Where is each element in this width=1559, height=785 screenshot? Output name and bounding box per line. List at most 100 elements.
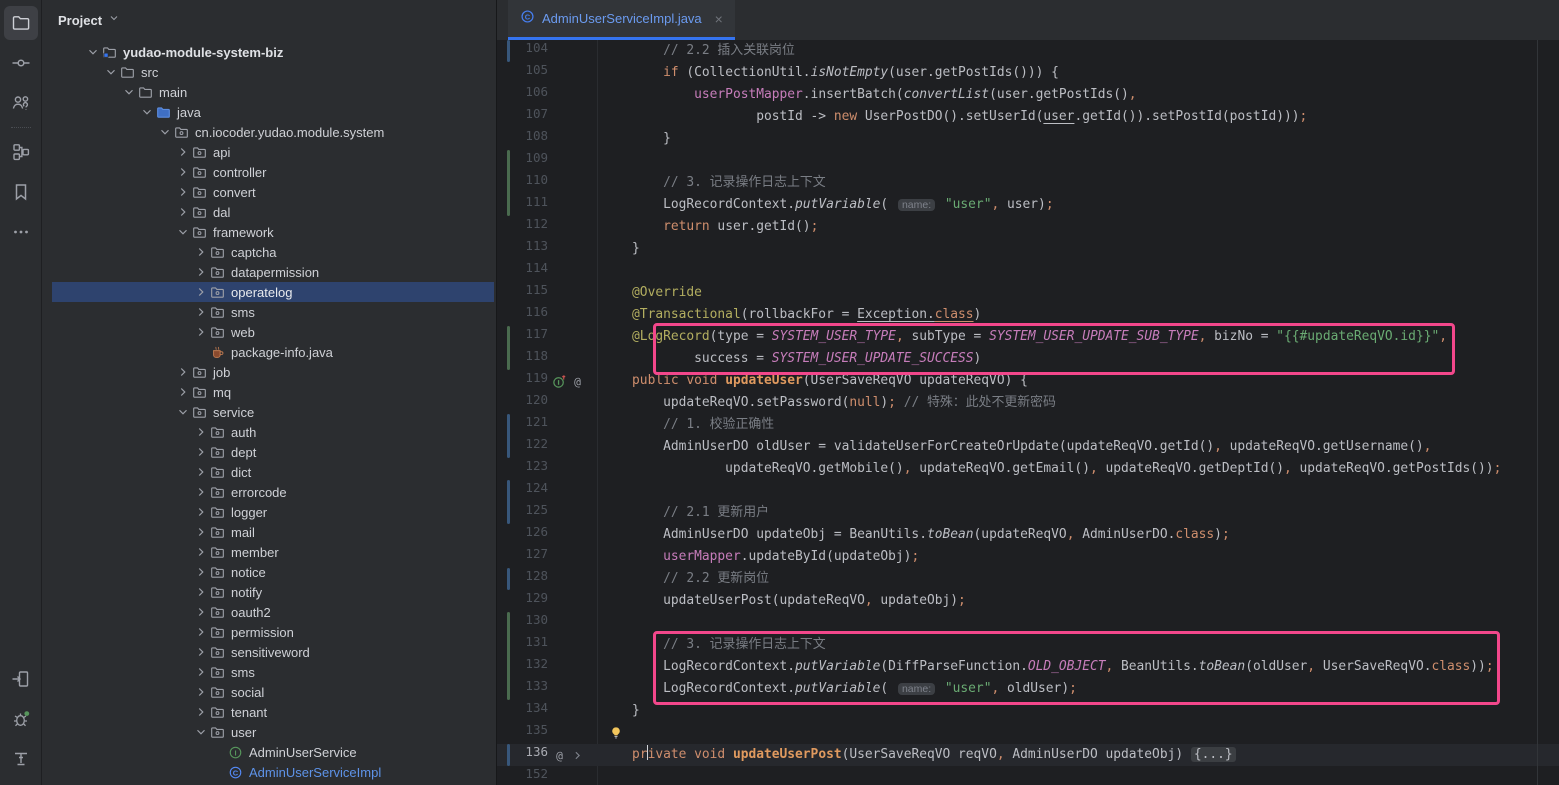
chevron-right-icon[interactable] [193,464,209,480]
chevron-right-icon[interactable] [193,584,209,600]
tree-item-java[interactable]: java [42,102,496,122]
tree-item-adminuserservice[interactable]: IAdminUserService [42,742,496,762]
tree-item-dict[interactable]: dict [42,462,496,482]
tree-item-convert[interactable]: convert [42,182,496,202]
close-icon[interactable]: × [715,11,723,27]
intention-bulb-icon[interactable] [609,726,623,745]
tree-item-service[interactable]: service [42,402,496,422]
chevron-right-icon[interactable] [175,164,191,180]
chevron-right-icon[interactable] [175,364,191,380]
chevron-right-icon[interactable] [175,144,191,160]
project-tool-icon[interactable] [4,6,38,40]
chevron-down-icon[interactable] [175,404,191,420]
chevron-right-icon[interactable] [175,384,191,400]
implements-gutter-icon[interactable] [551,373,567,389]
chevron-right-icon[interactable] [175,184,191,200]
fold-gutter-icon[interactable] [569,747,585,763]
chevron-right-icon[interactable] [193,664,209,680]
code-text: return user.getId(); [601,216,818,238]
project-panel-header[interactable]: Project [42,0,496,40]
tree-item-adminuserserviceimpl[interactable]: CAdminUserServiceImpl [42,762,496,782]
more-tools-icon[interactable] [4,215,38,249]
line-number: 108 [497,128,548,143]
annotation-gutter-icon[interactable]: @ [551,747,567,763]
tree-item-dal[interactable]: dal [42,202,496,222]
tree-item-captcha[interactable]: captcha [42,242,496,262]
chevron-down-icon[interactable] [157,124,173,140]
chevron-right-icon[interactable] [193,424,209,440]
tree-item-auth[interactable]: auth [42,422,496,442]
editor-scrollbar[interactable] [1537,40,1559,785]
chevron-down-icon[interactable] [193,724,209,740]
chevron-right-icon[interactable] [193,644,209,660]
tree-item-sms[interactable]: sms [42,662,496,682]
tree-item-notify[interactable]: notify [42,582,496,602]
chevron-right-icon[interactable] [193,684,209,700]
tree-item-permission[interactable]: permission [42,622,496,642]
tree-item-job[interactable]: job [42,362,496,382]
tree-item-label: sms [231,665,255,680]
structure-tool-icon[interactable] [4,135,38,169]
chevron-right-icon[interactable] [193,484,209,500]
tree-item-yudao-module-system-biz[interactable]: yudao-module-system-biz [42,42,496,62]
tree-item-sensitiveword[interactable]: sensitiveword [42,642,496,662]
tree-item-datapermission[interactable]: datapermission [42,262,496,282]
pull-requests-tool-icon[interactable] [4,86,38,120]
code-line-106: 106 userPostMapper.insertBatch(convertLi… [497,84,1559,106]
tree-item-logger[interactable]: logger [42,502,496,522]
chevron-right-icon[interactable] [193,264,209,280]
tree-item-cn-iocoder-yudao-module-system[interactable]: cn.iocoder.yudao.module.system [42,122,496,142]
chevron-down-icon[interactable] [121,84,137,100]
chevron-right-icon[interactable] [193,604,209,620]
chevron-down-icon[interactable] [139,104,155,120]
tree-item-sms[interactable]: sms [42,302,496,322]
tree-item-mq[interactable]: mq [42,382,496,402]
chevron-right-icon[interactable] [193,504,209,520]
tree-item-tenant[interactable]: tenant [42,702,496,722]
tree-item-dept[interactable]: dept [42,442,496,462]
chevron-right-icon[interactable] [193,284,209,300]
chevron-right-icon[interactable] [175,204,191,220]
annotation-gutter-icon[interactable]: @ [569,373,585,389]
commit-tool-icon[interactable] [4,46,38,80]
problems-tool-icon[interactable] [4,702,38,736]
tree-item-mail[interactable]: mail [42,522,496,542]
tree-item-operatelog[interactable]: operatelog [42,282,496,302]
tree-item-api[interactable]: api [42,142,496,162]
chevron-right-icon[interactable] [193,304,209,320]
tree-item-social[interactable]: social [42,682,496,702]
chevron-right-icon[interactable] [193,704,209,720]
package-icon [209,584,225,600]
chevron-right-icon[interactable] [193,444,209,460]
tree-item-label: notify [231,585,262,600]
chevron-right-icon[interactable] [193,544,209,560]
bookmarks-tool-icon[interactable] [4,175,38,209]
tree-item-package-info-java[interactable]: package-info.java [42,342,496,362]
chevron-right-icon[interactable] [193,324,209,340]
chevron-down-icon[interactable] [103,64,119,80]
chevron-down-icon[interactable] [85,44,101,60]
tree-item-controller[interactable]: controller [42,162,496,182]
terminal-tool-icon[interactable] [4,742,38,776]
chevron-right-icon[interactable] [193,564,209,580]
chevron-right-icon[interactable] [193,244,209,260]
editor-tab-adminuserserviceimpl[interactable]: C AdminUserServiceImpl.java × [508,0,735,40]
chevron-right-icon[interactable] [193,524,209,540]
tree-item-framework[interactable]: framework [42,222,496,242]
tree-item-main[interactable]: main [42,82,496,102]
tree-item-member[interactable]: member [42,542,496,562]
tree-item-label: dict [231,465,251,480]
tree-item-oauth2[interactable]: oauth2 [42,602,496,622]
chevron-down-icon[interactable] [175,224,191,240]
services-tool-icon[interactable] [4,662,38,696]
chevron-right-icon[interactable] [193,624,209,640]
folder-icon [137,84,153,100]
line-number: 134 [497,700,548,715]
tree-item-src[interactable]: src [42,62,496,82]
tree-item-user[interactable]: user [42,722,496,742]
code-editor[interactable]: 104 // 2.2 插入关联岗位105 if (CollectionUtil.… [497,40,1559,785]
tree-item-notice[interactable]: notice [42,562,496,582]
code-line-107: 107 postId -> new UserPostDO().setUserId… [497,106,1559,128]
tree-item-errorcode[interactable]: errorcode [42,482,496,502]
tree-item-web[interactable]: web [42,322,496,342]
